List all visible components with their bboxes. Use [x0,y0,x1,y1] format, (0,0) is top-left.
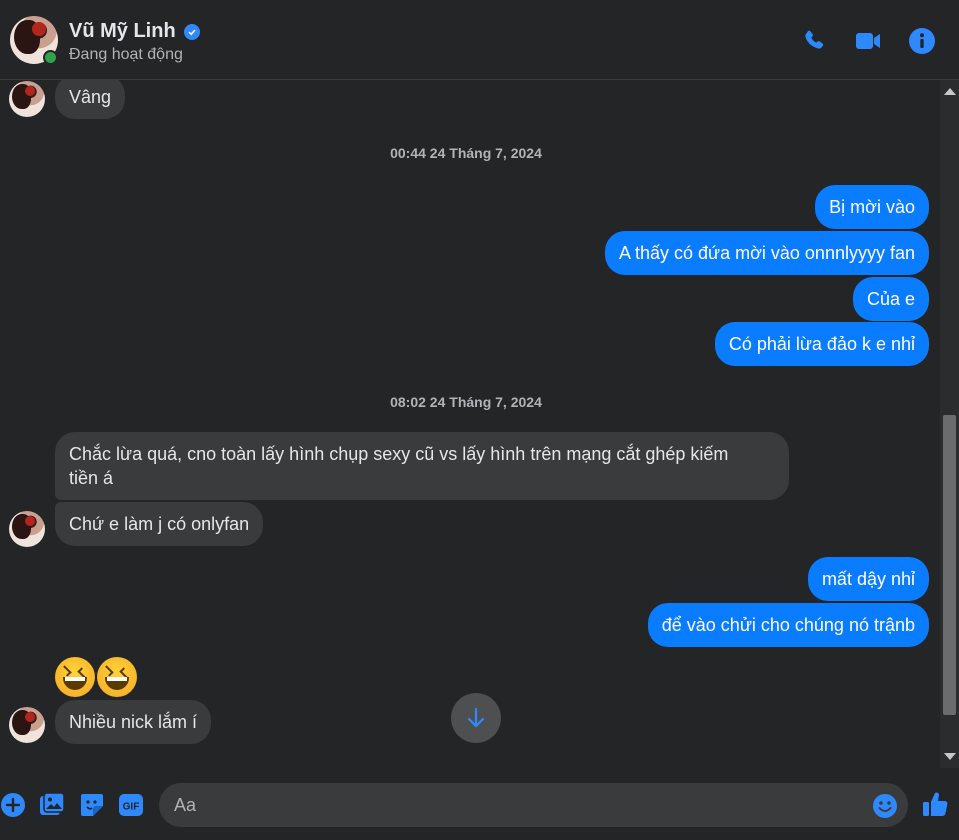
arrow-down-icon [467,707,485,728]
emoji-icon[interactable] [872,793,898,819]
contact-avatar-small[interactable] [9,81,45,117]
message-outgoing[interactable]: để vào chửi cho chúng nó trậnb [647,603,929,647]
message-text-line: Chắc lừa quá, cno toàn lấy hình chụp sex… [69,444,729,464]
contact-status: Đang hoạt động [69,46,183,63]
message-text: Có phải lừa đảo k e nhỉ [714,322,929,366]
gif-icon[interactable]: GIF [118,792,144,818]
contact-avatar-small[interactable] [9,511,45,547]
message-text-block: Chắc lừa quá, cno toàn lấy hình chụp sex… [55,432,789,500]
message-outgoing[interactable]: Bị mời vào [815,185,929,229]
message-text: Chứ e làm j có onlyfan [55,502,264,546]
message-text: Vâng [55,80,126,119]
grinning-squinting-face-icon[interactable] [55,657,95,697]
sticker-icon[interactable] [79,792,105,818]
message-text: Nhiều nick lắm í [55,700,212,744]
scrollbar-thumb[interactable] [943,415,956,715]
info-icon[interactable] [908,27,936,55]
message-incoming[interactable]: Vâng [55,80,126,119]
message-text-line: tiền á [69,468,114,488]
timestamp: 00:44 24 Tháng 7, 2024 [390,145,542,161]
message-outgoing[interactable]: Của e [852,277,929,321]
message-text: Của e [852,277,929,321]
message-text: A thấy có đứa mời vào onnnlyyyy fan [604,231,929,275]
plus-icon[interactable] [0,792,26,818]
messenger-chat-window: Vũ Mỹ Linh Đang hoạt động Vâng 00:44 24 … [0,0,959,840]
message-input-wrapper[interactable] [159,783,908,827]
timestamp: 08:02 24 Tháng 7, 2024 [390,394,542,410]
message-text: mất dậy nhỉ [807,557,929,601]
message-input[interactable] [174,783,864,827]
message-incoming[interactable]: Chứ e làm j có onlyfan [55,502,264,546]
phone-icon[interactable] [800,27,828,55]
message-incoming[interactable]: Nhiều nick lắm í [55,700,212,744]
thumbs-up-icon[interactable] [921,790,949,818]
scroll-down-arrow-icon[interactable] [944,753,956,760]
message-text: Bị mời vào [815,185,929,229]
online-status-dot [43,50,58,65]
contact-name[interactable]: Vũ Mỹ Linh [69,20,176,43]
video-icon[interactable] [854,27,882,55]
gif-label: GIF [123,802,140,813]
contact-avatar-small[interactable] [9,707,45,743]
message-incoming[interactable]: Chắc lừa quá, cno toàn lấy hình chụp sex… [55,432,789,500]
verified-badge-icon [183,23,200,40]
chat-header: Vũ Mỹ Linh Đang hoạt động [0,0,959,80]
contact-name-row[interactable]: Vũ Mỹ Linh [69,20,200,43]
scroll-up-arrow-icon[interactable] [944,88,956,95]
message-composer: GIF [0,768,959,840]
message-outgoing[interactable]: mất dậy nhỉ [807,557,929,601]
image-icon[interactable] [39,792,65,818]
grinning-squinting-face-icon[interactable] [97,657,137,697]
message-outgoing[interactable]: A thấy có đứa mời vào onnnlyyyy fan [604,231,929,275]
message-text: để vào chửi cho chúng nó trậnb [647,603,929,647]
message-list[interactable]: Vâng 00:44 24 Tháng 7, 2024 Bị mời vào A… [0,80,940,768]
scrollbar[interactable] [940,80,959,768]
message-outgoing[interactable]: Có phải lừa đảo k e nhỉ [714,322,929,366]
scroll-to-bottom-button[interactable] [451,693,501,743]
